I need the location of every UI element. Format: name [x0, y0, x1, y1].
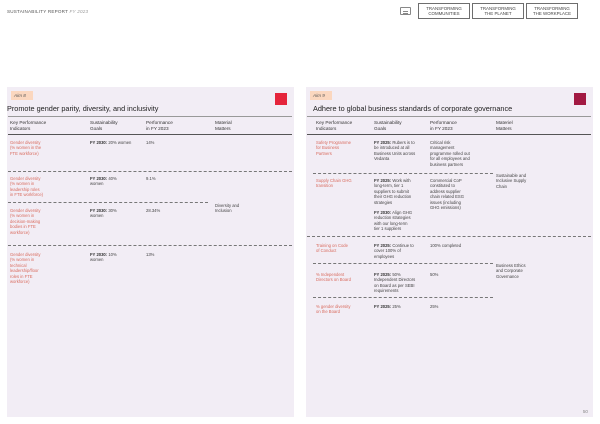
table-cell-performance: Commercial CoP constituted to address supp… [430, 178, 464, 211]
tab-label: COMMUNITIES [428, 11, 460, 17]
divider [313, 173, 493, 174]
section-tabs: TRANSFORMING COMMUNITIES TRANSFORMING TH… [418, 3, 580, 19]
table-cell-indicator: Safety Programme for Business Partners [316, 140, 351, 156]
table-cell-goal: FY 2025: Rubers is to be introduced at al… [374, 140, 416, 162]
tab-transforming-communities[interactable]: TRANSFORMING COMMUNITIES [418, 3, 470, 19]
table-cell-performance: Critical risk management programme rolled … [430, 140, 470, 167]
menu-icon[interactable] [400, 7, 411, 15]
table-cell-goal: FY 2025: Work with long-term, tier 1 suppl… [374, 178, 413, 232]
table-cell-indicator: Training on Code of Conduct [316, 243, 348, 254]
aim-tag: Aim 8 [11, 91, 33, 100]
table-cell-indicator: % gender diversity on the Board [316, 304, 351, 315]
divider [313, 297, 493, 298]
table-cell-indicator: Gender diversity (% women in technical lead… [10, 252, 41, 285]
tab-label: THE WORKPLACE [532, 11, 572, 17]
table-cell-performance: 9.1% [146, 176, 156, 181]
column-header: Materiel Matters [496, 120, 513, 131]
table-cell-indicator: Gender diversity (% women in leadership ro… [10, 176, 44, 198]
table-cell-goal: FY 2025: 50% Independent Directors on Boar… [374, 272, 416, 294]
table-cell-performance: 100% completed [430, 243, 462, 248]
column-header: Key Performance Indicators [10, 120, 47, 131]
divider [8, 116, 292, 117]
table-cell-indicator: Gender diversity (% women in the FTE workf… [10, 140, 42, 156]
tab-transforming-planet[interactable]: TRANSFORMING THE PLANET [472, 3, 524, 19]
table-cell-indicator: Supply Chain GHG transition [316, 178, 352, 189]
divider [313, 263, 493, 264]
table-cell-goal: FY 2030: 30% women [90, 208, 117, 219]
divider [8, 245, 292, 246]
table-cell-goal: FY 2025: 25% [374, 304, 401, 309]
sdg-8-icon [574, 93, 586, 105]
column-header: Key Performance Indicators [316, 120, 353, 131]
aim-9-panel: Aim 9 Adhere to global business standard… [306, 87, 593, 417]
panel-title: Adhere to global business standards of c… [313, 104, 513, 113]
column-header: Sustainability Goals [90, 120, 118, 131]
column-header: Performance in FY 2023 [146, 120, 173, 131]
column-header: Performance in FY 2023 [430, 120, 457, 131]
table-cell-material-matter: Business Ethics and Corporate Governance [496, 263, 526, 279]
table-cell-goal: FY 2030: 20% women [90, 140, 132, 145]
column-header: Material Matters [215, 120, 232, 131]
table-cell-indicator: % Independent Directors on Board [316, 272, 351, 283]
table-cell-performance: 14% [146, 140, 155, 145]
report-title: SUSTAINABILITY REPORT FY 2023 [7, 9, 88, 14]
table-cell-performance: 28.34% [146, 208, 161, 213]
sdg-5-icon [275, 93, 287, 105]
column-header: Sustainability Goals [374, 120, 402, 131]
divider [307, 134, 591, 135]
aim-tag: Aim 9 [310, 91, 332, 100]
divider [8, 134, 292, 135]
divider [8, 171, 292, 172]
divider [307, 236, 591, 237]
report-name: SUSTAINABILITY REPORT [7, 9, 69, 14]
table-cell-material-matter: Diversity and Inclusion [215, 203, 240, 214]
panel-title: Promote gender parity, diversity, and in… [7, 104, 159, 113]
table-cell-performance: 13% [146, 252, 155, 257]
report-year: FY 2023 [69, 9, 89, 14]
table-cell-indicator: Gender diversity (% women in decision-maki… [10, 208, 41, 235]
aim-8-panel: Aim 8 Promote gender parity, diversity, … [7, 87, 294, 417]
table-cell-performance: 50% [430, 272, 439, 277]
page-number: 50 [582, 409, 588, 414]
table-cell-material-matter: Sustainable and Inclusive Supply Chain [496, 173, 527, 189]
tab-label: THE PLANET [484, 11, 512, 17]
divider [307, 116, 591, 117]
table-cell-goal: FY 2025: Continue to cover 100% of employe… [374, 243, 414, 259]
table-cell-goal: FY 2030: 40% women [90, 176, 117, 187]
table-cell-goal: FY 2030: 10% women [90, 252, 117, 263]
tab-transforming-workplace[interactable]: TRANSFORMING THE WORKPLACE [526, 3, 578, 19]
divider [8, 202, 208, 203]
table-cell-performance: 25% [430, 304, 439, 309]
